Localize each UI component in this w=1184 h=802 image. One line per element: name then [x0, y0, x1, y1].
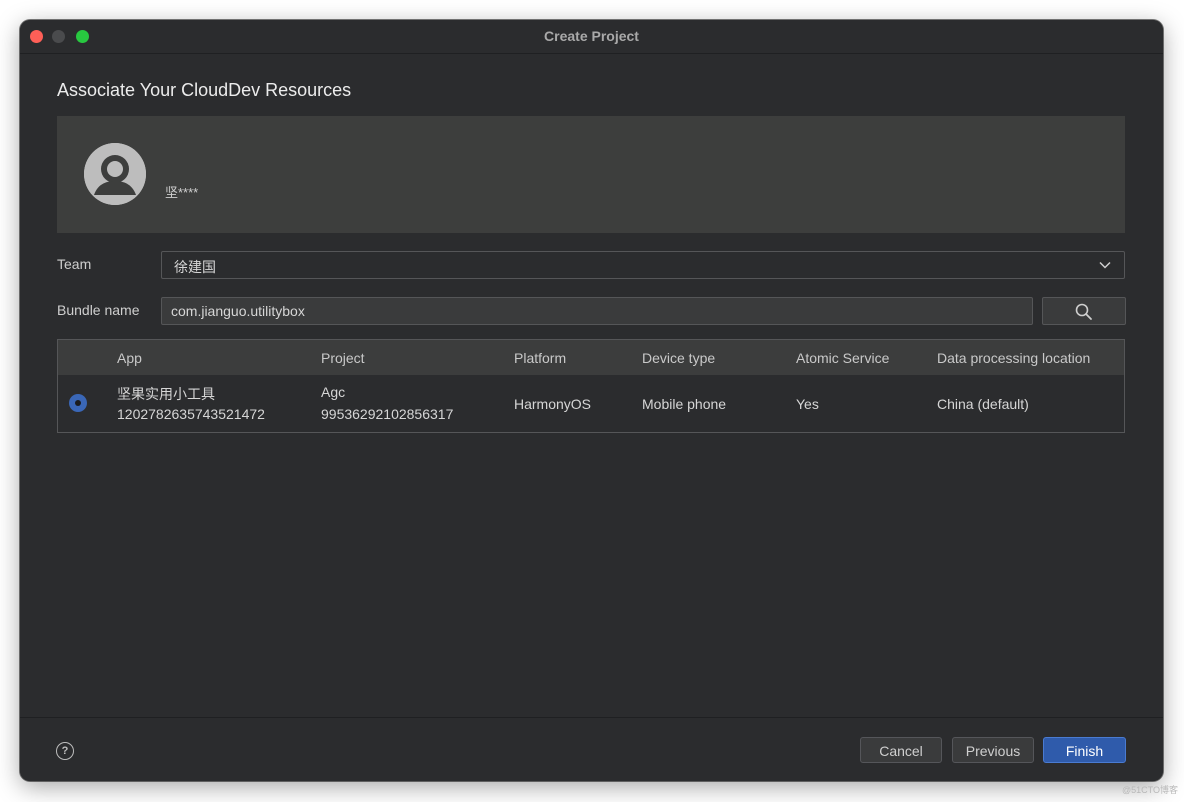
title-bar: Create Project	[20, 20, 1163, 54]
app-id: 1202782635743521472	[117, 406, 265, 422]
finish-button[interactable]: Finish	[1043, 737, 1126, 763]
chevron-down-icon	[1098, 258, 1112, 277]
window-title: Create Project	[544, 28, 639, 44]
cancel-button[interactable]: Cancel	[860, 737, 942, 763]
page-heading: Associate Your CloudDev Resources	[57, 80, 352, 100]
column-header-app: App	[117, 350, 142, 366]
project-name: Agc	[321, 384, 346, 400]
row-select-radio[interactable]	[69, 394, 87, 412]
create-project-dialog: Create Project Associate Your CloudDev R…	[20, 20, 1163, 781]
dialog-footer: ? Cancel Previous Finish	[20, 717, 1163, 781]
search-button[interactable]	[1042, 297, 1126, 325]
column-header-platform: Platform	[514, 350, 567, 366]
bundle-name-label: Bundle name	[57, 302, 140, 318]
previous-button[interactable]: Previous	[952, 737, 1034, 763]
account-panel: 坚****	[57, 116, 1125, 233]
table-header: App Project Platform Device type Atomic …	[58, 340, 1124, 375]
atomic-service-value: Yes	[796, 396, 819, 412]
resources-table: App Project Platform Device type Atomic …	[57, 339, 1125, 433]
watermark: @51CTO博客	[1122, 785, 1178, 795]
bundle-name-input[interactable]	[161, 297, 1033, 325]
team-select[interactable]: 徐建国	[161, 251, 1125, 279]
user-avatar-icon	[84, 143, 146, 205]
search-icon	[1075, 303, 1092, 320]
table-row[interactable]: 坚果实用小工具 1202782635743521472 Agc 99536292…	[58, 375, 1124, 432]
column-header-project: Project	[321, 350, 365, 366]
column-header-data-location: Data processing location	[937, 350, 1091, 366]
help-icon[interactable]: ?	[56, 742, 74, 760]
team-label: Team	[57, 256, 92, 272]
project-id: 99536292102856317	[321, 406, 454, 422]
app-name: 坚果实用小工具	[117, 386, 215, 402]
column-header-atomic-service: Atomic Service	[796, 350, 890, 366]
account-name: 坚****	[165, 185, 199, 200]
platform-value: HarmonyOS	[514, 396, 592, 412]
data-location-value: China (default)	[937, 396, 1029, 412]
device-type-value: Mobile phone	[642, 396, 727, 412]
team-select-value: 徐建国	[174, 259, 216, 275]
column-header-device-type: Device type	[642, 350, 716, 366]
